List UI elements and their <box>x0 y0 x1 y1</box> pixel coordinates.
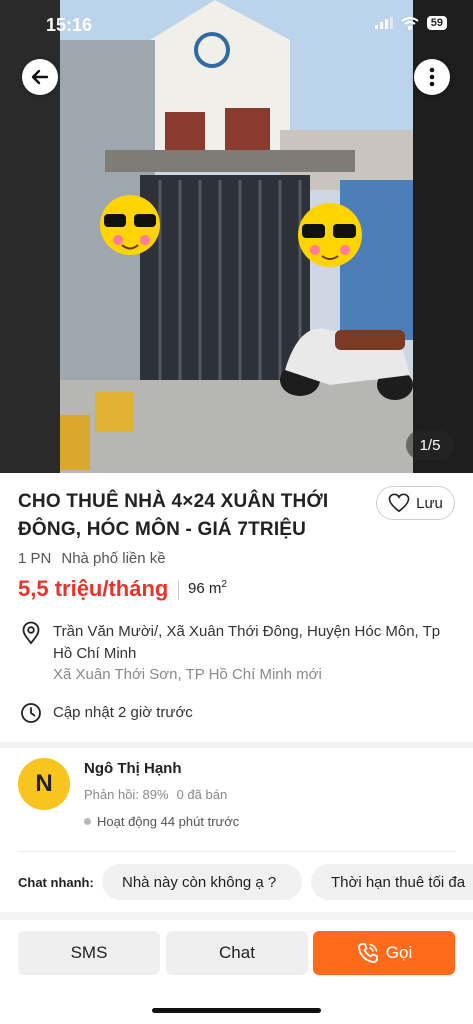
back-button[interactable] <box>22 59 58 95</box>
seller-name[interactable]: Ngô Thị Hạnh <box>84 760 182 777</box>
area: 96 m2 <box>188 579 227 597</box>
address-new: Xã Xuân Thới Sơn, TP Hồ Chí Minh mới <box>53 666 322 683</box>
battery-indicator: 59 <box>426 16 447 30</box>
status-bar: 15:16 59 <box>0 0 473 52</box>
status-time: 15:16 <box>46 15 93 35</box>
avatar[interactable]: N <box>18 758 70 810</box>
more-options-button[interactable] <box>414 59 450 95</box>
save-button[interactable]: Lưu <box>376 486 455 520</box>
active-text: Hoạt động 44 phút trước <box>97 814 240 829</box>
listing-photo[interactable] <box>0 0 473 473</box>
price-separator <box>178 580 179 600</box>
heart-icon <box>388 493 410 513</box>
property-type: Nhà phố liền kề <box>61 550 166 567</box>
location-pin-icon <box>22 621 40 645</box>
sms-button[interactable]: SMS <box>18 931 160 975</box>
section-divider <box>0 742 473 748</box>
area-unit: 2 <box>221 579 227 590</box>
quick-chat-label: Chat nhanh: <box>18 875 94 890</box>
signal-icon <box>374 17 393 29</box>
area-value: 96 m <box>188 580 222 597</box>
sold-count: 0 đã bán <box>176 787 228 802</box>
response-rate: Phản hồi: 89% <box>84 787 169 802</box>
seller-active-status: Hoạt động 44 phút trước <box>84 814 239 829</box>
status-dot <box>84 818 91 825</box>
status-icons: 59 <box>374 16 447 30</box>
phone-icon <box>357 943 378 963</box>
call-label: Gọi <box>385 943 413 962</box>
listing-meta: 1 PN Nhà phố liền kề <box>18 550 166 567</box>
listing-title: CHO THUÊ NHÀ 4×24 XUÂN THỚI ĐÔNG, HÓC MÔ… <box>18 491 329 540</box>
section-divider <box>0 912 473 920</box>
home-indicator <box>152 1008 321 1013</box>
wifi-icon <box>401 16 419 30</box>
photo-counter: 1/5 <box>406 430 454 460</box>
seller-stats: Phản hồi: 89% 0 đã bán <box>84 787 227 802</box>
save-label: Lưu <box>416 494 443 512</box>
address[interactable]: Trần Văn Mười/, Xã Xuân Thới Đông, Huyện… <box>53 621 448 665</box>
clock-icon <box>21 703 41 723</box>
price: 5,5 triệu/tháng <box>18 576 169 601</box>
quick-chat-option[interactable]: Nhà này còn không ạ ? <box>102 864 302 900</box>
call-button[interactable]: Gọi <box>313 931 455 975</box>
arrow-left-icon <box>31 69 49 85</box>
divider <box>18 851 455 852</box>
quick-chat-option[interactable]: Thời hạn thuê tối đa <box>311 864 473 900</box>
bedrooms: 1 PN <box>18 550 52 567</box>
updated-time: Cập nhật 2 giờ trước <box>53 704 193 721</box>
chat-button[interactable]: Chat <box>166 931 308 975</box>
house-photo-image <box>0 0 473 473</box>
more-vertical-icon <box>429 67 435 87</box>
